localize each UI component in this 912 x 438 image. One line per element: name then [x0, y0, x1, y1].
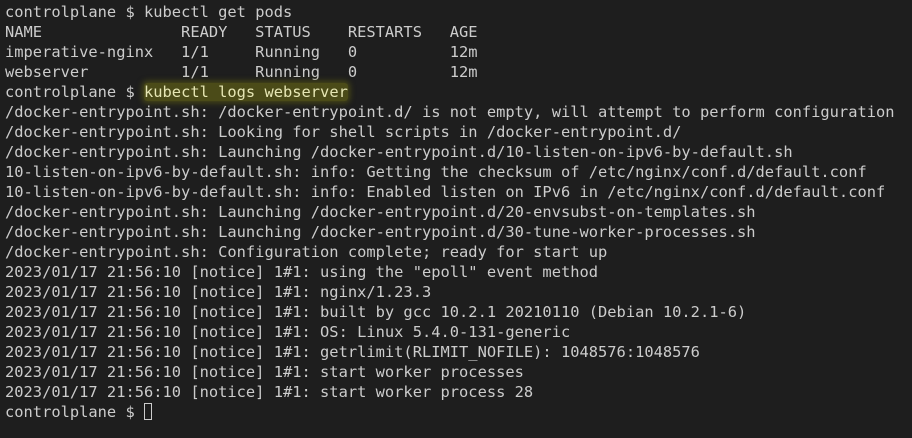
pods-table-header: NAME READY STATUS RESTARTS AGE — [5, 23, 478, 41]
log-line: 2023/01/17 21:56:10 [notice] 1#1: nginx/… — [5, 283, 432, 301]
highlighted-command-text: kubectl logs webserver — [144, 83, 348, 101]
log-line: /docker-entrypoint.sh: Launching /docker… — [5, 223, 756, 241]
log-line: 2023/01/17 21:56:10 [notice] 1#1: getrli… — [5, 343, 700, 361]
log-line: /docker-entrypoint.sh: Configuration com… — [5, 243, 608, 261]
terminal-window[interactable]: controlplane $ kubectl get pods NAME REA… — [0, 0, 912, 438]
log-line: 2023/01/17 21:56:10 [notice] 1#1: start … — [5, 383, 534, 401]
log-line: 2023/01/17 21:56:10 [notice] 1#1: OS: Li… — [5, 323, 571, 341]
log-line: 10-listen-on-ipv6-by-default.sh: info: G… — [5, 163, 867, 181]
shell-prompt: controlplane $ — [5, 83, 144, 101]
log-line: 2023/01/17 21:56:10 [notice] 1#1: using … — [5, 263, 599, 281]
command-text: kubectl get pods — [144, 3, 293, 21]
log-line: /docker-entrypoint.sh: Launching /docker… — [5, 143, 793, 161]
log-line: /docker-entrypoint.sh: Launching /docker… — [5, 203, 756, 221]
log-line: /docker-entrypoint.sh: Looking for shell… — [5, 123, 682, 141]
log-line: 2023/01/17 21:56:10 [notice] 1#1: start … — [5, 363, 524, 381]
shell-prompt: controlplane $ — [5, 403, 144, 421]
pods-table-row: imperative-nginx 1/1 Running 0 12m — [5, 43, 478, 61]
command-line: controlplane $ kubectl get pods — [5, 2, 912, 22]
pods-table-row: webserver 1/1 Running 0 12m — [5, 63, 478, 81]
input-line[interactable]: controlplane $ — [5, 402, 912, 422]
log-line: 10-listen-on-ipv6-by-default.sh: info: E… — [5, 183, 886, 201]
log-line: /docker-entrypoint.sh: /docker-entrypoin… — [5, 103, 895, 121]
command-line: controlplane $ kubectl logs webserver — [5, 82, 912, 102]
shell-prompt: controlplane $ — [5, 3, 144, 21]
text-cursor[interactable] — [144, 403, 152, 420]
log-line: 2023/01/17 21:56:10 [notice] 1#1: built … — [5, 303, 747, 321]
